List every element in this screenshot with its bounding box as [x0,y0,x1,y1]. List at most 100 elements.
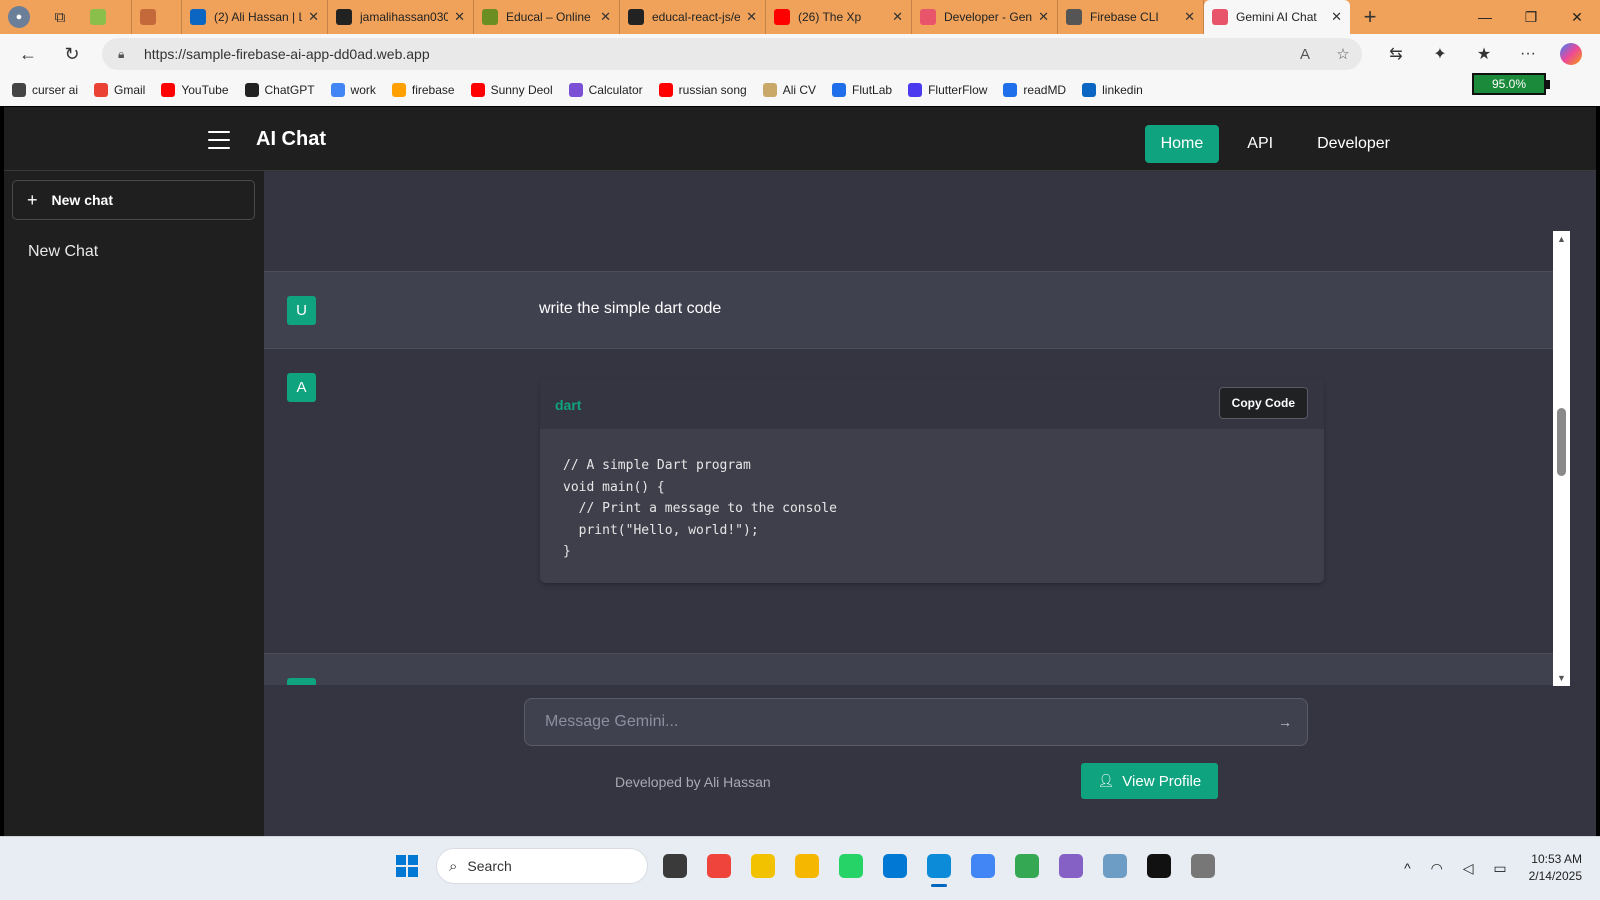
tab-favicon-icon [140,9,156,25]
message-list: U write the simple dart code A dart Copy… [264,171,1554,685]
close-tab-icon[interactable]: ✕ [600,9,611,25]
close-window-icon[interactable]: ✕ [1554,0,1600,34]
scroll-up-icon[interactable]: ▲ [1553,231,1570,247]
message-input[interactable] [545,713,1263,731]
taskbar-app-whatsapp[interactable] [830,845,872,887]
view-profile-button[interactable]: 👤︎ View Profile [1081,763,1218,799]
chat-scrollbar[interactable]: ▲ ▼ [1553,231,1570,686]
reload-icon[interactable]: ↻ [52,34,92,74]
tab-title: Gemini AI Chat [1236,10,1317,24]
taskbar-app-capcut[interactable] [1138,845,1180,887]
assistant-message: A dart Copy Code // A simple Dart progra… [264,349,1554,653]
nav-api[interactable]: API [1231,125,1289,163]
app-yellow-icon [751,854,775,878]
profile-button[interactable]: ● [0,0,38,34]
bookmark-item[interactable]: FlutterFlow [908,83,987,97]
new-tab-button[interactable]: + [1350,0,1390,34]
bookmark-label: Calculator [588,83,643,97]
bookmark-item[interactable]: Ali CV [762,83,816,97]
bookmark-favicon-icon [391,83,406,97]
taskbar-app-vscode[interactable] [874,845,916,887]
bookmark-item[interactable]: Gmail [94,83,145,97]
taskbar-app-edge[interactable] [918,845,960,887]
bookmark-item[interactable]: Sunny Deol [470,83,553,97]
taskbar-app-chrome[interactable] [962,845,1004,887]
browser-tab[interactable]: Firebase CLI ✕ [1058,0,1204,34]
clock[interactable]: 10:53 AM 2/14/2025 [1529,851,1582,885]
nav-home[interactable]: Home [1144,125,1220,163]
read-aloud-icon[interactable]: A [1286,46,1324,63]
bookmark-item[interactable]: Calculator [568,83,643,97]
bookmark-item[interactable]: ChatGPT [244,83,315,97]
translate-icon[interactable]: ⇆ [1374,44,1418,64]
taskbar-app-app-yellow[interactable] [742,845,784,887]
taskbar-app-file-explorer-dark[interactable] [654,845,696,887]
clock-time: 10:53 AM [1531,852,1582,866]
bookmark-item[interactable]: firebase [391,83,455,97]
taskbar-app-anydesk[interactable] [698,845,740,887]
hamburger-menu-icon[interactable] [208,131,230,149]
bookmark-item[interactable]: linkedin [1082,83,1143,97]
code-block-header: dart Copy Code [540,379,1324,429]
code-block: dart Copy Code // A simple Dart program … [540,379,1324,583]
user-message: U write the simple dart code [264,271,1554,349]
taskbar-app-photos[interactable] [1094,845,1136,887]
browser-tab[interactable]: Gemini AI Chat ✕ [1204,0,1350,34]
close-tab-icon[interactable]: ✕ [1184,9,1195,25]
more-menu-icon[interactable]: ··· [1506,45,1550,63]
back-arrow-icon[interactable]: ← [8,34,48,74]
favorites-icon[interactable]: ★ [1462,44,1506,64]
close-tab-icon[interactable]: ✕ [1038,9,1049,25]
minimize-icon[interactable]: — [1462,0,1508,34]
close-tab-icon[interactable]: ✕ [746,9,757,25]
browser-tab[interactable] [132,0,182,34]
tab-title: Firebase CLI [1090,10,1159,24]
taskbar-app-chrome-canary[interactable] [1006,845,1048,887]
bookmark-label: work [350,83,376,97]
taskbar-search[interactable]: ⌕ Search [436,848,648,884]
url-text: https://sample-firebase-ai-app-dd0ad.web… [144,46,430,62]
nav-developer[interactable]: Developer [1301,125,1406,163]
bookmark-item[interactable]: YouTube [161,83,229,97]
close-tab-icon[interactable]: ✕ [1331,9,1342,25]
favorite-star-icon[interactable]: ☆ [1324,45,1362,63]
browser-tab[interactable]: (26) The Xp ✕ [766,0,912,34]
address-bar[interactable]: 🔒︎ https://sample-firebase-ai-app-dd0ad.… [102,38,1362,70]
send-arrow-icon[interactable]: → [1263,714,1307,730]
bookmark-item[interactable]: FlutLab [832,83,892,97]
close-tab-icon[interactable]: ✕ [892,9,903,25]
workspaces-icon[interactable]: ⧉ [38,0,82,34]
close-tab-icon[interactable]: ✕ [454,9,465,25]
bookmark-item[interactable]: curser ai [12,83,78,97]
next-message-avatar [287,678,316,685]
top-nav: Home API Developer [1133,125,1406,163]
browser-tab[interactable]: (2) Ali Hassan | L ✕ [182,0,328,34]
copy-code-button[interactable]: Copy Code [1218,387,1308,419]
start-button[interactable] [386,845,428,887]
bookmark-favicon-icon [12,83,26,97]
extensions-icon[interactable]: ✦ [1418,44,1462,64]
taskbar-app-app-clock[interactable] [1182,845,1224,887]
browser-tab[interactable]: jamalihassan030 ✕ [328,0,474,34]
bookmark-item[interactable]: readMD [1003,83,1066,97]
taskbar-app-visual-studio[interactable] [1050,845,1092,887]
browser-tab[interactable]: Developer - Gen ✕ [912,0,1058,34]
bookmark-item[interactable]: work [330,83,376,97]
browser-tab[interactable]: Educal – Online ✕ [474,0,620,34]
bookmark-favicon-icon [330,83,345,97]
clock-date: 2/14/2025 [1528,869,1582,883]
scrollbar-thumb[interactable] [1557,408,1566,476]
scroll-down-icon[interactable]: ▼ [1553,670,1570,686]
browser-tab[interactable]: educal-react-js/e ✕ [620,0,766,34]
restore-icon[interactable]: ❐ [1508,0,1554,34]
sidebar-chat-item[interactable]: New Chat [28,243,98,261]
browser-tab[interactable] [82,0,132,34]
close-tab-icon[interactable]: ✕ [308,9,319,25]
copilot-icon[interactable] [1560,43,1582,65]
bookmark-label: Sunny Deol [490,83,553,97]
vscode-icon [883,854,907,878]
new-chat-button[interactable]: + New chat [12,180,255,220]
tray-icons[interactable]: ^ ◠ ◁ ▭ [1404,860,1514,877]
bookmark-item[interactable]: russian song [658,83,747,97]
taskbar-app-file-explorer[interactable] [786,845,828,887]
